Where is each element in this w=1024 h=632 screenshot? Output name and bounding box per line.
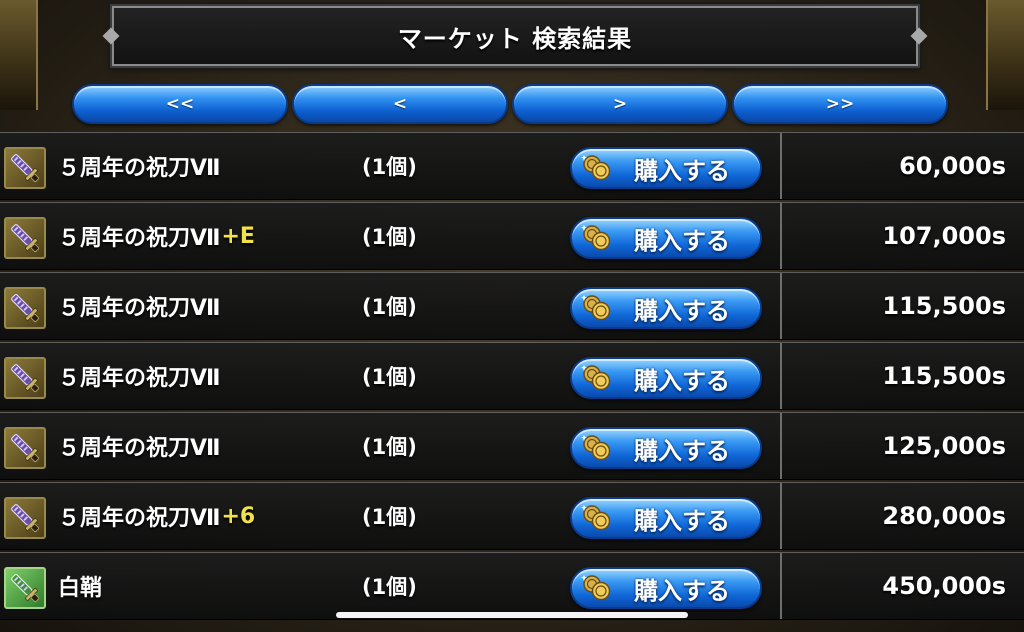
item-price: 450,000s <box>882 572 1006 600</box>
purple-sword-icon <box>4 287 46 329</box>
item-name-text: ５周年の祝刀Ⅶ <box>58 226 221 251</box>
coin-icon <box>580 363 614 393</box>
buy-label: 購入する <box>634 436 730 465</box>
purple-sword-icon <box>4 217 46 259</box>
buy-button[interactable]: 購入する <box>570 427 762 469</box>
home-indicator[interactable] <box>336 612 688 618</box>
listing-row: ５周年の祝刀Ⅶ (1個) 購入する 115,500s <box>0 272 1024 340</box>
item-cell: ５周年の祝刀Ⅶ +E (1個) 購入する <box>0 203 782 269</box>
left-ornament <box>0 0 38 110</box>
purple-sword-icon <box>4 147 46 189</box>
item-cell: ５周年の祝刀Ⅶ +6 (1個) 購入する <box>0 483 782 549</box>
item-name: 白鞘 <box>58 553 103 619</box>
listing-row: ５周年の祝刀Ⅶ (1個) 購入する 115,500s <box>0 342 1024 410</box>
item-price: 280,000s <box>882 502 1006 530</box>
title-bar: マーケット 検索結果 <box>110 4 920 68</box>
item-name-text: ５周年の祝刀Ⅶ <box>58 436 221 461</box>
item-cell: 白鞘 (1個) 購入する <box>0 553 782 619</box>
item-quantity: (1個) <box>362 295 417 319</box>
coin-icon <box>580 573 614 603</box>
buy-button[interactable]: 購入する <box>570 217 762 259</box>
listing-row: ５周年の祝刀Ⅶ (1個) 購入する 60,000s <box>0 132 1024 200</box>
item-quantity: (1個) <box>362 435 417 459</box>
item-name: ５周年の祝刀Ⅶ <box>58 343 222 409</box>
item-enhancement: +6 <box>221 503 256 529</box>
item-quantity: (1個) <box>362 575 417 599</box>
buy-button[interactable]: 購入する <box>570 497 762 539</box>
item-name-text: ５周年の祝刀Ⅶ <box>58 366 221 391</box>
item-enhancement: +E <box>221 223 255 249</box>
pagination-nav: << < > >> <box>72 84 948 124</box>
item-name-text: ５周年の祝刀Ⅶ <box>58 506 221 531</box>
buy-label: 購入する <box>634 506 730 535</box>
listing-row: ５周年の祝刀Ⅶ (1個) 購入する 125,000s <box>0 412 1024 480</box>
item-name: ５周年の祝刀Ⅶ +6 <box>58 483 255 549</box>
item-price: 115,500s <box>882 292 1006 320</box>
item-name-text: ５周年の祝刀Ⅶ <box>58 156 221 181</box>
item-name-text: 白鞘 <box>58 576 103 601</box>
item-quantity: (1個) <box>362 225 417 249</box>
item-price: 60,000s <box>899 152 1006 180</box>
item-name: ５周年の祝刀Ⅶ +E <box>58 203 255 269</box>
buy-button[interactable]: 購入する <box>570 357 762 399</box>
next-page-button[interactable]: > <box>512 84 728 124</box>
green-sword-icon <box>4 567 46 609</box>
buy-button[interactable]: 購入する <box>570 287 762 329</box>
buy-label: 購入する <box>634 226 730 255</box>
buy-button[interactable]: 購入する <box>570 147 762 189</box>
buy-label: 購入する <box>634 296 730 325</box>
item-name-text: ５周年の祝刀Ⅶ <box>58 296 221 321</box>
market-screen: マーケット 検索結果 << < > >> ５周年の祝刀Ⅶ (1個) 購入する 6… <box>0 0 1024 632</box>
coin-icon <box>580 433 614 463</box>
buy-button[interactable]: 購入する <box>570 567 762 609</box>
page-title: マーケット 検索結果 <box>397 24 633 53</box>
item-price: 125,000s <box>882 432 1006 460</box>
coin-icon <box>580 223 614 253</box>
buy-label: 購入する <box>634 576 730 605</box>
item-quantity: (1個) <box>362 155 417 179</box>
item-cell: ５周年の祝刀Ⅶ (1個) 購入する <box>0 273 782 339</box>
item-quantity: (1個) <box>362 365 417 389</box>
item-name: ５周年の祝刀Ⅶ <box>58 273 222 339</box>
prev-page-button[interactable]: < <box>292 84 508 124</box>
coin-icon <box>580 503 614 533</box>
item-name: ５周年の祝刀Ⅶ <box>58 133 222 199</box>
purple-sword-icon <box>4 357 46 399</box>
item-price: 107,000s <box>882 222 1006 250</box>
listing-row: ５周年の祝刀Ⅶ +E (1個) 購入する 107,000s <box>0 202 1024 270</box>
right-ornament <box>986 0 1024 110</box>
item-cell: ５周年の祝刀Ⅶ (1個) 購入する <box>0 133 782 199</box>
purple-sword-icon <box>4 497 46 539</box>
last-page-button[interactable]: >> <box>732 84 948 124</box>
listing-row: 白鞘 (1個) 購入する 450,000s <box>0 552 1024 620</box>
item-quantity: (1個) <box>362 505 417 529</box>
buy-label: 購入する <box>634 156 730 185</box>
item-price: 115,500s <box>882 362 1006 390</box>
coin-icon <box>580 153 614 183</box>
listing-table: ５周年の祝刀Ⅶ (1個) 購入する 60,000s ５周年の祝刀Ⅶ +E (1個… <box>0 132 1024 632</box>
item-name: ５周年の祝刀Ⅶ <box>58 413 222 479</box>
coin-icon <box>580 293 614 323</box>
item-cell: ５周年の祝刀Ⅶ (1個) 購入する <box>0 413 782 479</box>
first-page-button[interactable]: << <box>72 84 288 124</box>
listing-row: ５周年の祝刀Ⅶ +6 (1個) 購入する 280,000s <box>0 482 1024 550</box>
item-cell: ５周年の祝刀Ⅶ (1個) 購入する <box>0 343 782 409</box>
purple-sword-icon <box>4 427 46 469</box>
buy-label: 購入する <box>634 366 730 395</box>
